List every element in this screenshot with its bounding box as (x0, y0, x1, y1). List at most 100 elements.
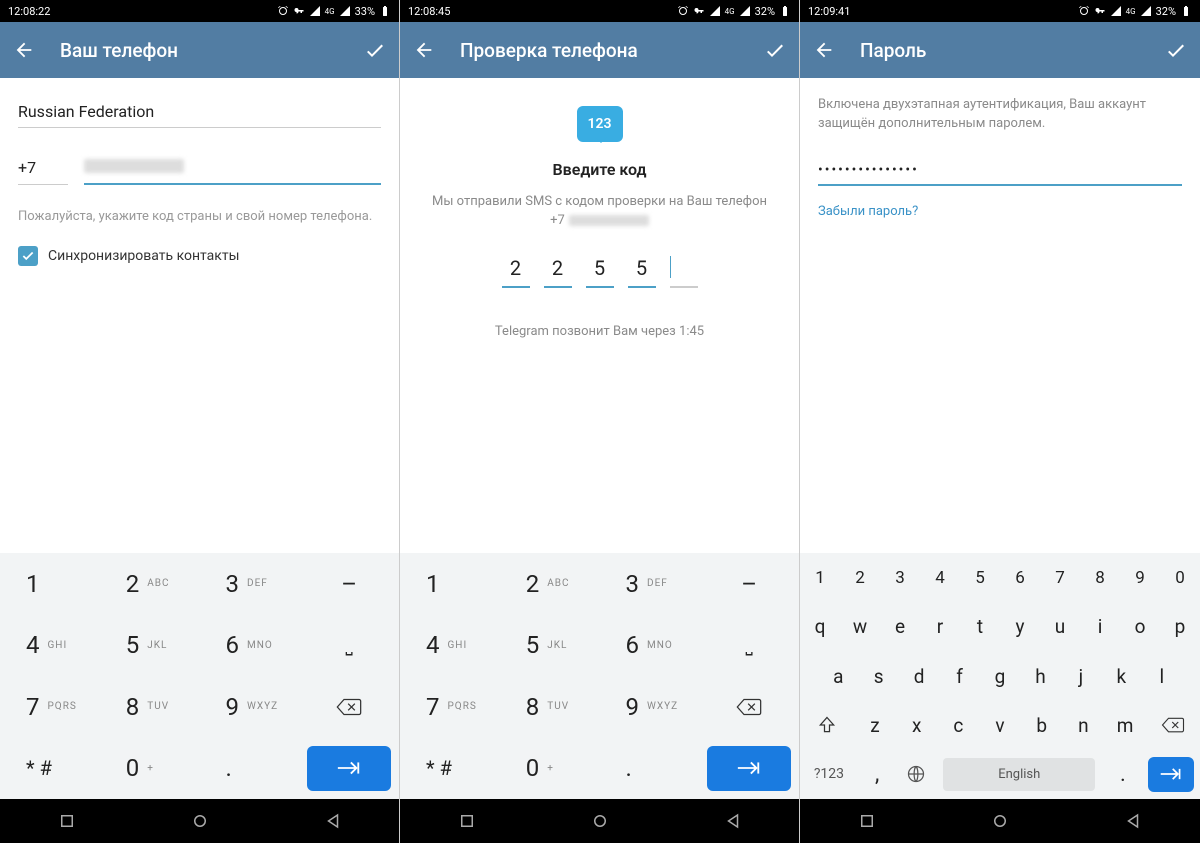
key-space[interactable]: ⎵ (699, 615, 799, 677)
phone-number-input[interactable] (84, 152, 381, 185)
key-period[interactable]: . (600, 738, 700, 800)
nav-home-icon[interactable] (991, 812, 1009, 830)
confirm-button[interactable] (363, 38, 387, 62)
key-7[interactable]: 7 (1040, 553, 1080, 602)
key-4[interactable]: 4 (920, 553, 960, 602)
key-i[interactable]: i (1080, 602, 1120, 651)
key-w[interactable]: w (840, 602, 880, 651)
nav-back-icon[interactable] (1124, 812, 1142, 830)
key-0[interactable]: 0+ (100, 738, 200, 800)
key-space[interactable]: ⎵ (299, 615, 399, 677)
key-e[interactable]: e (880, 602, 920, 651)
back-button[interactable] (412, 38, 436, 62)
enter-key[interactable] (707, 746, 791, 792)
key-5[interactable]: 5JKL (100, 615, 200, 677)
nav-home-icon[interactable] (191, 812, 209, 830)
key-5[interactable]: 5JKL (500, 615, 600, 677)
key-6[interactable]: 6 (1000, 553, 1040, 602)
key-x[interactable]: x (896, 701, 938, 750)
key-u[interactable]: u (1040, 602, 1080, 651)
nav-recent-icon[interactable] (458, 812, 476, 830)
key-s[interactable]: s (858, 651, 898, 700)
country-code-field[interactable]: +7 (18, 152, 68, 185)
key-h[interactable]: h (1020, 651, 1060, 700)
nav-back-icon[interactable] (724, 812, 742, 830)
comma-key[interactable]: , (858, 750, 897, 799)
back-button[interactable] (12, 38, 36, 62)
back-button[interactable] (812, 38, 836, 62)
key-7[interactable]: 7PQRS (400, 676, 500, 738)
key-d[interactable]: d (899, 651, 939, 700)
key-o[interactable]: o (1120, 602, 1160, 651)
key-r[interactable]: r (920, 602, 960, 651)
key-6[interactable]: 6MNO (200, 615, 300, 677)
key-dash[interactable]: – (699, 553, 799, 615)
key-z[interactable]: z (854, 701, 896, 750)
confirm-button[interactable] (763, 38, 787, 62)
key-8[interactable]: 8TUV (500, 676, 600, 738)
key-4[interactable]: 4GHI (400, 615, 500, 677)
key-c[interactable]: c (938, 701, 980, 750)
key-period[interactable]: . (200, 738, 300, 800)
key-4[interactable]: 4GHI (0, 615, 100, 677)
key-6[interactable]: 6MNO (600, 615, 700, 677)
key-3[interactable]: 3DEF (600, 553, 700, 615)
key-v[interactable]: v (979, 701, 1021, 750)
key-7[interactable]: 7PQRS (0, 676, 100, 738)
shift-key[interactable] (800, 701, 854, 750)
key-t[interactable]: t (960, 602, 1000, 651)
key-b[interactable]: b (1021, 701, 1063, 750)
enter-key[interactable] (1142, 750, 1200, 799)
period-key[interactable]: . (1104, 750, 1143, 799)
key-9[interactable]: 9 (1120, 553, 1160, 602)
key-1[interactable]: 1 (800, 553, 840, 602)
sync-contacts-checkbox[interactable] (18, 246, 38, 266)
space-key[interactable]: English (935, 750, 1104, 799)
key-9[interactable]: 9WXYZ (200, 676, 300, 738)
key-q[interactable]: q (800, 602, 840, 651)
key-f[interactable]: f (939, 651, 979, 700)
key-0[interactable]: 0+ (500, 738, 600, 800)
backspace-key[interactable] (299, 676, 399, 738)
key-p[interactable]: p (1160, 602, 1200, 651)
key-j[interactable]: j (1061, 651, 1101, 700)
key-2[interactable]: 2ABC (500, 553, 600, 615)
key-9[interactable]: 9WXYZ (600, 676, 700, 738)
nav-back-icon[interactable] (324, 812, 342, 830)
enter-key[interactable] (307, 746, 391, 792)
nav-recent-icon[interactable] (858, 812, 876, 830)
key-y[interactable]: y (1000, 602, 1040, 651)
key-star-hash[interactable]: * # (0, 738, 100, 800)
key-dash[interactable]: – (299, 553, 399, 615)
password-input[interactable]: ••••••••••••••• (818, 156, 1182, 186)
key-l[interactable]: l (1142, 651, 1182, 700)
key-m[interactable]: m (1104, 701, 1146, 750)
key-k[interactable]: k (1101, 651, 1141, 700)
key-g[interactable]: g (980, 651, 1020, 700)
nav-recent-icon[interactable] (58, 812, 76, 830)
key-1[interactable]: 1 (0, 553, 100, 615)
backspace-key[interactable] (699, 676, 799, 738)
key-a[interactable]: a (818, 651, 858, 700)
code-input[interactable]: 2 2 5 5 (502, 256, 698, 288)
key-0[interactable]: 0 (1160, 553, 1200, 602)
key-2[interactable]: 2 (840, 553, 880, 602)
confirm-button[interactable] (1164, 38, 1188, 62)
key-1[interactable]: 1 (400, 553, 500, 615)
key-8[interactable]: 8TUV (100, 676, 200, 738)
battery-percent: 32% (1156, 5, 1176, 18)
country-selector[interactable]: Russian Federation (18, 96, 381, 128)
key-3[interactable]: 3DEF (200, 553, 300, 615)
key-star-hash[interactable]: * # (400, 738, 500, 800)
key-n[interactable]: n (1063, 701, 1105, 750)
key-3[interactable]: 3 (880, 553, 920, 602)
nav-home-icon[interactable] (591, 812, 609, 830)
key-8[interactable]: 8 (1080, 553, 1120, 602)
page-title: Ваш телефон (60, 39, 363, 62)
forgot-password-link[interactable]: Забыли пароль? (818, 204, 1182, 219)
key-2[interactable]: 2ABC (100, 553, 200, 615)
backspace-key[interactable] (1146, 701, 1200, 750)
key-5[interactable]: 5 (960, 553, 1000, 602)
language-key[interactable] (896, 750, 935, 799)
symbols-key[interactable]: ?123 (800, 750, 858, 799)
